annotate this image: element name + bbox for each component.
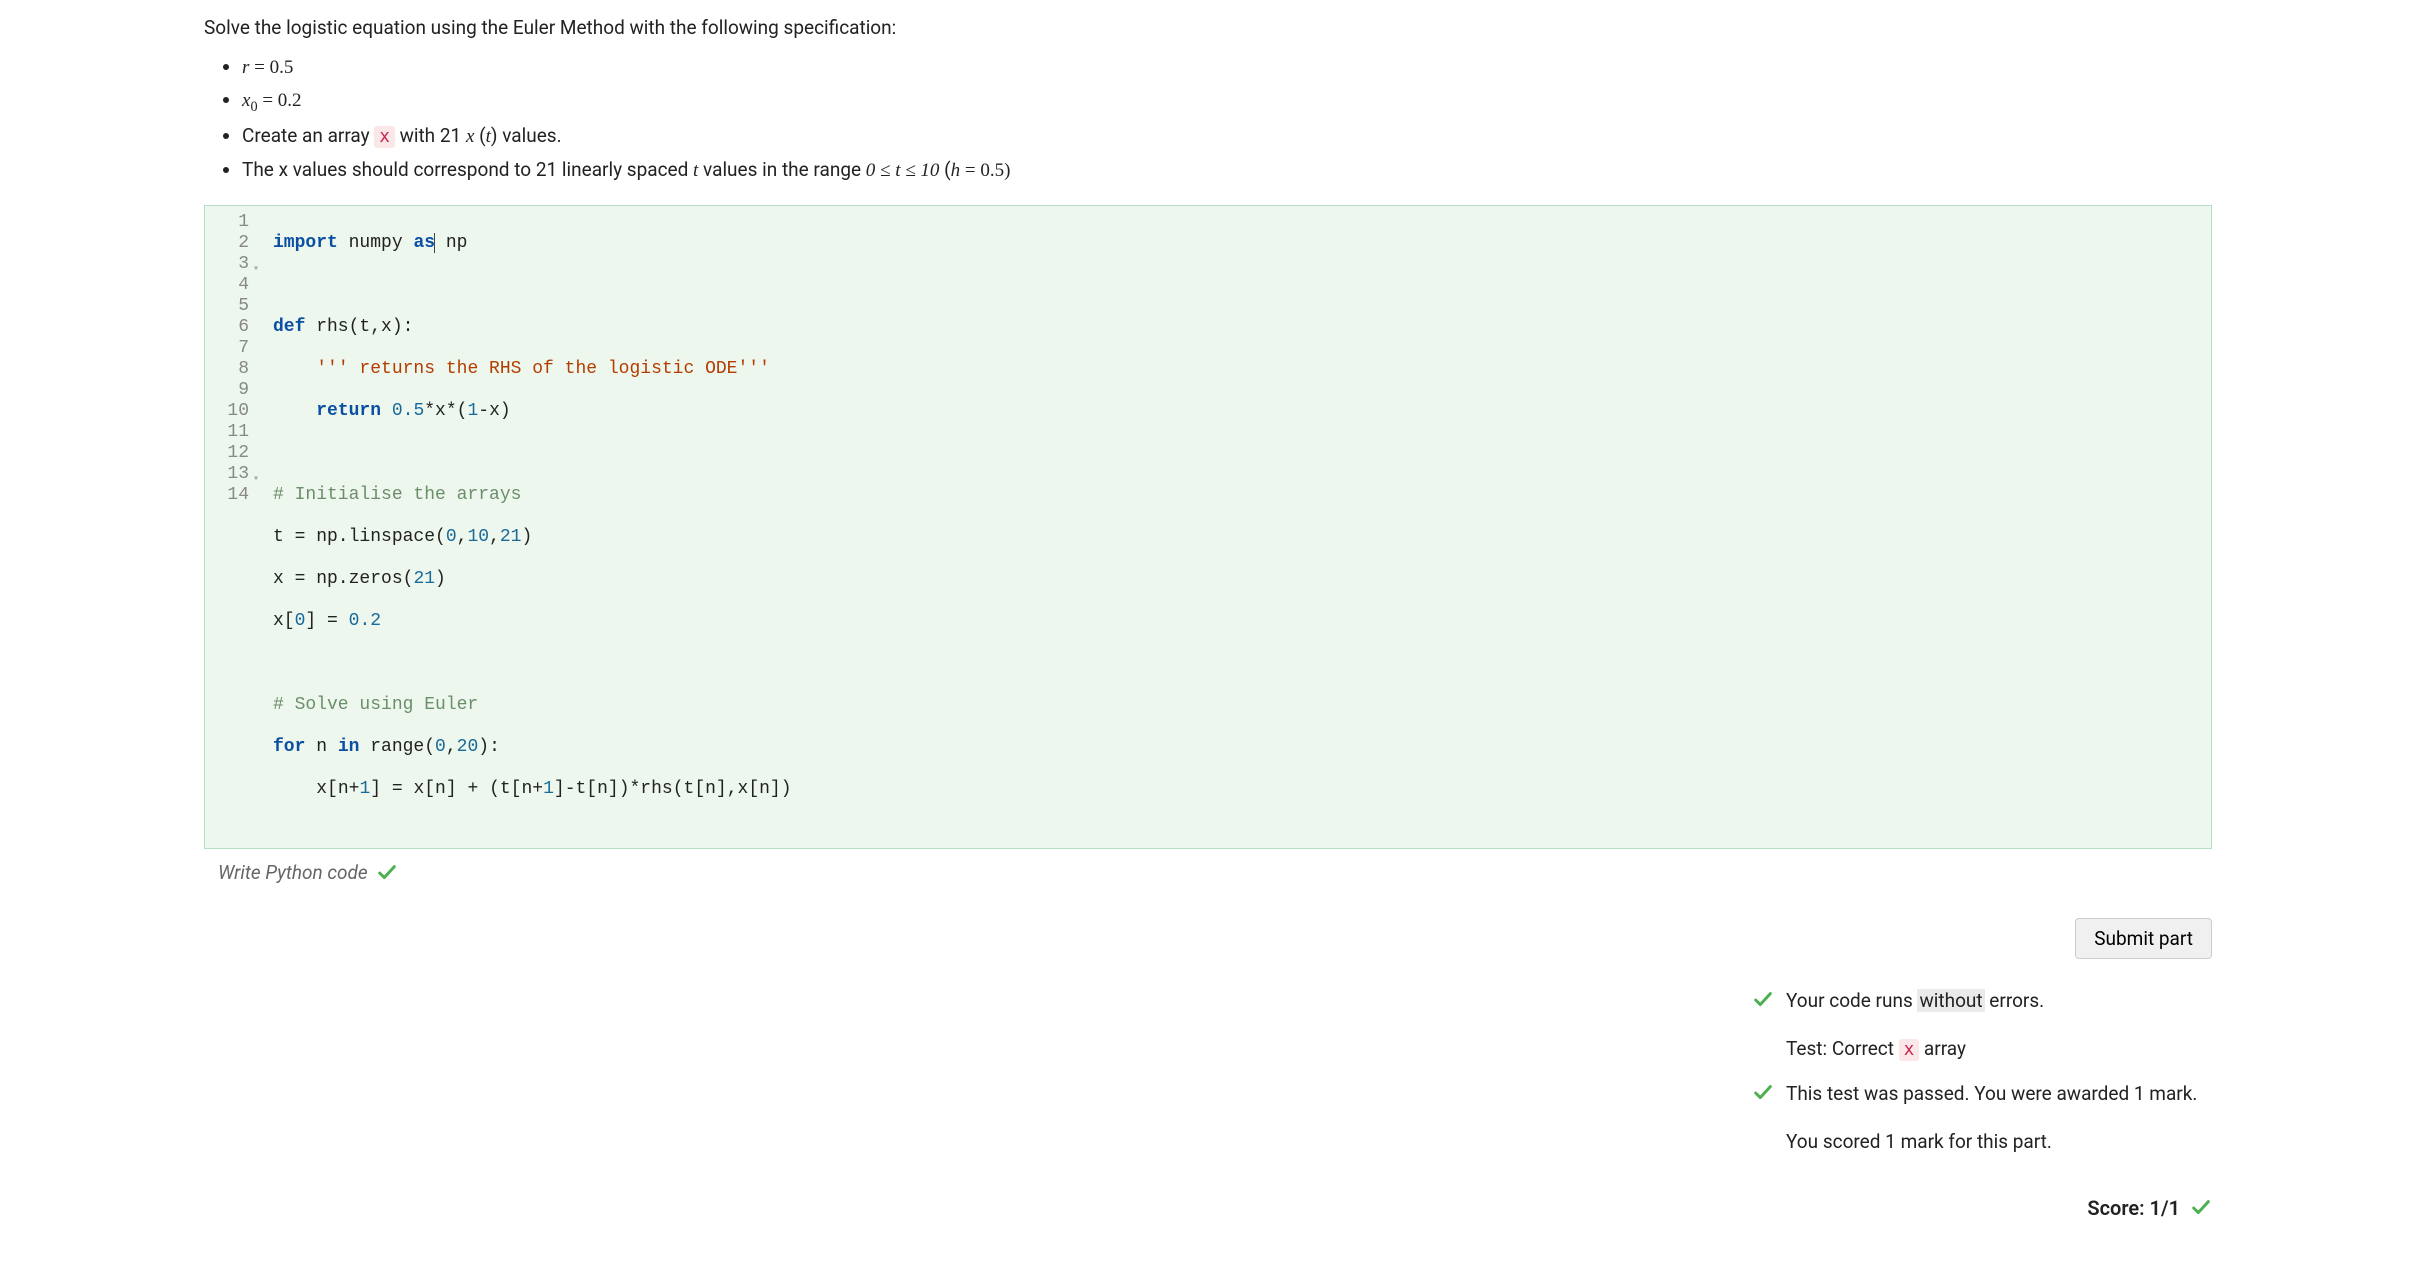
prompt-intro: Solve the logistic equation using the Eu… [204,14,2212,43]
code-line: x = np.zeros(21) [273,569,2201,590]
spec-item-r: r = 0.5 [242,53,2212,83]
code-line [273,443,2201,464]
spec-t-c: ( [939,158,950,181]
line-number: 9 [211,380,249,401]
editor-content[interactable]: import numpy as np def rhs(t,x): ''' ret… [259,206,2211,848]
line-number: 6 [211,317,249,338]
code-line: for n in range(0,20): [273,737,2201,758]
feedback-test-text: Test: Correct x array [1786,1035,1966,1064]
code-line [273,275,2201,296]
spec-array-close: ) values. [491,124,562,147]
code-line: x[n+1] = x[n] + (t[n+1]-t[n])*rhs(t[n],x… [273,779,2201,800]
line-number: 10 [211,401,249,422]
line-number: 8 [211,359,249,380]
feedback-test-code-x: x [1899,1039,1920,1061]
line-number: 2 [211,233,249,254]
code-line: return 0.5*x*(1-x) [273,401,2201,422]
check-icon [376,862,398,884]
spec-h-var: h [951,160,961,181]
spec-array-a: Create an array [242,124,374,147]
spec-item-x0: x0 = 0.2 [242,86,2212,118]
fold-icon[interactable]: ▾ [253,469,259,490]
spec-t-range: 0 ≤ t ≤ 10 [866,160,940,181]
spec-item-array: Create an array x with 21 x (t) values. [242,122,2212,152]
feedback-test-title: Test: Correct x array [1752,1035,2212,1064]
feedback-scored-text: You scored 1 mark for this part. [1786,1128,2052,1157]
line-number: 11 [211,422,249,443]
check-icon [2190,1197,2212,1219]
code-line: import numpy as np [273,233,2201,254]
feedback-passed: This test was passed. You were awarded 1… [1752,1080,2212,1113]
spec-array-open: ( [474,124,485,147]
score-label: Score: 1/1 [2087,1193,2180,1223]
feedback-scored: You scored 1 mark for this part. [1752,1128,2212,1157]
line-number: 14 [211,485,249,506]
code-line: # Initialise the arrays [273,485,2201,506]
caption-text: Write Python code [218,859,368,888]
line-number: 3▾ [211,254,249,275]
code-line: ''' returns the RHS of the logistic ODE'… [273,359,2201,380]
editor-caption: Write Python code [204,859,2212,888]
feedback-block: Your code runs without errors. Test: Cor… [1752,987,2212,1173]
score-row: Score: 1/1 [2087,1193,2212,1223]
spec-item-tvals: The x values should correspond to 21 lin… [242,156,2212,186]
feedback-runs-text: Your code runs without errors. [1786,987,2044,1016]
code-line: # Solve using Euler [273,695,2201,716]
feedback-runs: Your code runs without errors. [1752,987,2212,1020]
check-icon [1752,1082,1774,1104]
spec-h-eq: = 0.5) [960,160,1010,181]
feedback-highlight: without [1917,989,1984,1012]
code-line: t = np.linspace(0,10,21) [273,527,2201,548]
code-line: x[0] = 0.2 [273,611,2201,632]
submit-part-button[interactable]: Submit part [2075,918,2212,959]
line-number: 1 [211,212,249,233]
fold-icon[interactable]: ▾ [253,259,259,280]
spec-array-code-x: x [374,126,395,148]
results-panel: Submit part Your code runs without error… [204,918,2212,1223]
spec-x0-eq: = 0.2 [258,90,302,111]
line-number: 5 [211,296,249,317]
line-number: 4 [211,275,249,296]
feedback-passed-text: This test was passed. You were awarded 1… [1786,1080,2197,1109]
spec-list: r = 0.5 x0 = 0.2 Create an array x with … [204,53,2212,186]
spec-array-b: with 21 [395,124,466,147]
line-number: 12 [211,443,249,464]
spec-t-b: values in the range [698,158,865,181]
page-root: Solve the logistic equation using the Eu… [0,0,2412,1263]
editor-gutter: 1 2 3▾ 4 5 6 7 8 9 10 11 12 13▾ 14 [205,206,259,848]
spec-x0-sub: 0 [250,99,257,115]
code-line: def rhs(t,x): [273,317,2201,338]
spec-r-eq: = 0.5 [249,57,293,78]
line-number: 7 [211,338,249,359]
code-editor[interactable]: 1 2 3▾ 4 5 6 7 8 9 10 11 12 13▾ 14 impor… [204,205,2212,849]
code-line [273,653,2201,674]
line-number: 13▾ [211,464,249,485]
spec-t-a: The x values should correspond to 21 lin… [242,158,693,181]
check-icon [1752,989,1774,1011]
